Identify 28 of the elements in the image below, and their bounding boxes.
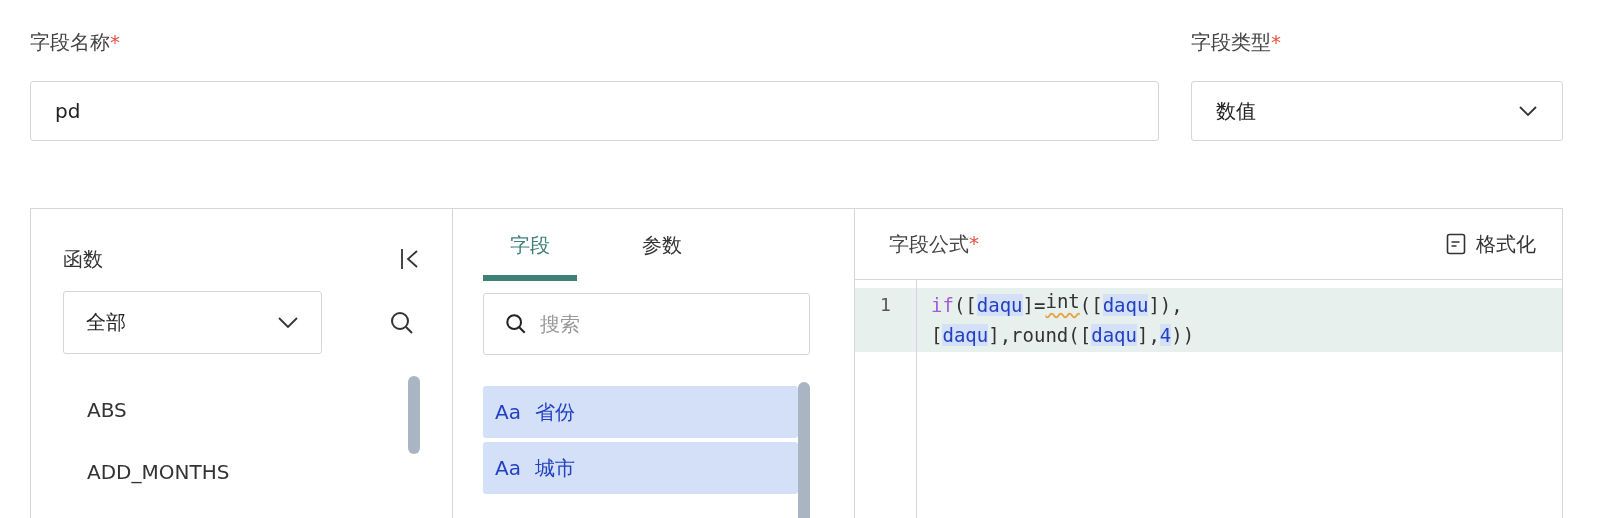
required-mark: * <box>969 230 979 257</box>
required-mark: * <box>1271 30 1281 54</box>
category-dropdown[interactable]: 全部 <box>63 291 322 354</box>
chevron-down-icon <box>1518 105 1538 117</box>
field-label: 字段类型 <box>1191 28 1271 56</box>
chevron-down-icon <box>277 316 299 329</box>
function-item[interactable]: ADD_MONTHS <box>87 452 230 514</box>
collapse-icon[interactable] <box>400 247 420 271</box>
field-label: 字段名称 <box>30 28 110 56</box>
name-input-field[interactable]: pd <box>30 81 1159 141</box>
search-icon[interactable] <box>390 310 414 335</box>
line-number: 1 <box>855 288 916 352</box>
scrollbar-thumb[interactable] <box>408 376 420 454</box>
document-icon <box>1446 233 1466 255</box>
search-icon <box>505 313 527 335</box>
formula-title: 字段公式 <box>889 230 969 258</box>
function-item[interactable]: ABS <box>87 390 230 452</box>
tab[interactable]: 字段 <box>483 226 577 281</box>
tab[interactable]: 参数 <box>615 226 709 281</box>
text-type-icon: Aa <box>495 456 521 480</box>
text-type-icon: Aa <box>495 400 521 424</box>
search-field[interactable]: 搜索 <box>483 293 810 355</box>
type-dropdown[interactable]: 数值 <box>1191 81 1563 141</box>
field-item[interactable]: Aa 省份 <box>483 386 798 438</box>
required-mark: * <box>110 30 120 54</box>
field-item[interactable]: Aa 城市 <box>483 442 798 494</box>
format-button[interactable]: 格式化 <box>1446 230 1536 258</box>
functions-title: 函数 <box>63 245 103 273</box>
